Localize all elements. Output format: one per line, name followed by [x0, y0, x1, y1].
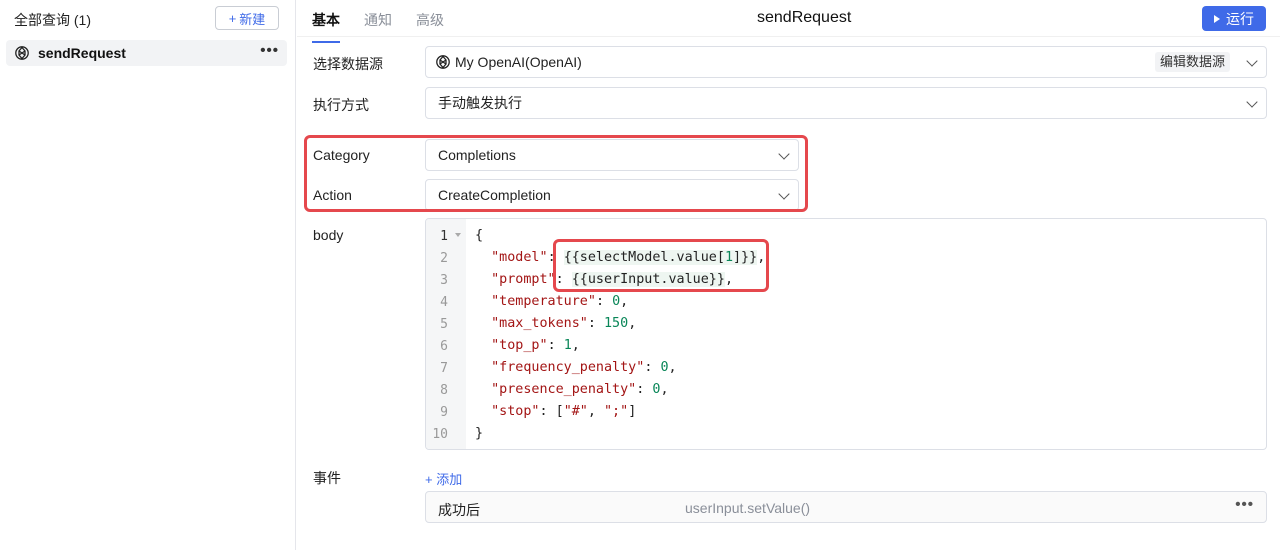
line-number: 8	[440, 383, 448, 398]
add-event-link[interactable]: + 添加	[425, 469, 462, 488]
code-line: {	[475, 228, 484, 243]
code-line: "stop": ["#", ";"]	[491, 404, 637, 419]
line-number: 1	[440, 229, 448, 244]
query-list-heading: 全部查询 (1)	[14, 12, 91, 28]
body-label: body	[313, 227, 344, 243]
code-line: "temperature": 0,	[491, 294, 629, 309]
line-number: 3	[440, 273, 448, 288]
line-number: 7	[440, 361, 448, 376]
datasource-label: 选择数据源	[313, 56, 383, 72]
query-item-sendrequest[interactable]: sendRequest •••	[6, 40, 287, 66]
category-action-highlight	[304, 135, 808, 212]
event-action: userInput.setValue()	[685, 500, 811, 516]
fold-icon[interactable]	[455, 233, 461, 237]
events-label: 事件	[313, 470, 341, 486]
chevron-down-icon	[1246, 96, 1258, 108]
chevron-down-icon	[1246, 55, 1258, 67]
line-number: 5	[440, 317, 448, 332]
trigger-label: 执行方式	[313, 97, 369, 113]
line-gutter: 1 2 3 4 5 6 7 8 9 10	[426, 219, 466, 449]
trigger-value: 手动触发执行	[438, 95, 522, 111]
query-editor: 基本 通知 高级 sendRequest 运行 选择数据源 My OpenAI(…	[297, 0, 1280, 550]
datasource-select[interactable]: My OpenAI(OpenAI) 编辑数据源	[425, 46, 1267, 78]
tab-advanced[interactable]: 高级	[416, 10, 444, 30]
new-query-label: 新建	[239, 11, 266, 27]
more-icon[interactable]: •••	[260, 42, 279, 59]
code-line: "frequency_penalty": 0,	[491, 360, 677, 375]
line-number: 10	[432, 427, 448, 442]
template-highlight	[553, 239, 769, 292]
edit-datasource-button[interactable]: 编辑数据源	[1154, 52, 1230, 72]
openai-icon	[14, 45, 30, 61]
body-code-editor[interactable]: 1 2 3 4 5 6 7 8 9 10 { "model": {{select…	[425, 218, 1267, 450]
query-sidebar: 全部查询 (1) + 新建 sendRequest •••	[0, 0, 296, 550]
tab-bar: 基本 通知 高级	[312, 10, 444, 43]
play-icon	[1214, 14, 1220, 23]
line-number: 4	[440, 295, 448, 310]
new-query-button[interactable]: + 新建	[215, 6, 279, 30]
line-number: 9	[440, 405, 448, 420]
code-line: "top_p": 1,	[491, 338, 580, 353]
tab-basic[interactable]: 基本	[312, 10, 340, 43]
event-row[interactable]: 成功后 userInput.setValue() •••	[425, 491, 1267, 523]
query-item-label: sendRequest	[38, 45, 126, 61]
openai-icon	[435, 54, 451, 70]
code-line: }	[475, 426, 484, 441]
line-number: 2	[440, 251, 448, 266]
tab-divider	[297, 36, 1280, 37]
page-title: sendRequest	[757, 9, 852, 26]
run-label: 运行	[1226, 10, 1254, 27]
run-button[interactable]: 运行	[1202, 6, 1266, 31]
code-line: "max_tokens": 150,	[491, 316, 637, 331]
line-number: 6	[440, 339, 448, 354]
datasource-value: My OpenAI(OpenAI)	[455, 54, 582, 70]
tab-notify[interactable]: 通知	[364, 10, 392, 30]
event-trigger: 成功后	[438, 502, 480, 518]
code-line: "presence_penalty": 0,	[491, 382, 669, 397]
more-icon[interactable]: •••	[1235, 496, 1254, 513]
plus-icon: +	[228, 10, 237, 26]
trigger-select[interactable]: 手动触发执行	[425, 87, 1267, 119]
